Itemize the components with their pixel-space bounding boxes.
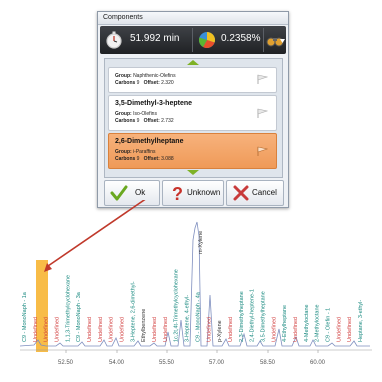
component-card-selected[interactable]: 2,6-Dimethylheptane Group: i-Paraffins C…: [108, 133, 277, 169]
group-label: Group:: [115, 149, 132, 155]
peak-label[interactable]: Undefined: [228, 317, 234, 342]
flag-icon[interactable]: [256, 108, 268, 118]
offset-value: 2.732: [161, 118, 174, 124]
group-value: Naphthenic-Olefins: [133, 73, 176, 79]
offset-value: 3.088: [161, 156, 174, 162]
tick-label: 60.00: [310, 360, 326, 366]
component-card[interactable]: 3,5-Dimethyl-3-heptene Group: Iso-Olefin…: [108, 95, 277, 131]
area-percent-value: 0.2358%: [221, 33, 261, 44]
scroll-down-arrow-icon[interactable]: [187, 170, 199, 175]
peak-label[interactable]: p-Xylene: [217, 320, 223, 342]
carbons-label: Carbons: [115, 118, 136, 124]
peak-label[interactable]: Ethylbenzene: [141, 309, 147, 342]
retention-time-value: 51.992 min: [130, 33, 180, 44]
offset-label: Offset:: [143, 80, 160, 86]
peak-label[interactable]: 3,5-Dimethylheptane: [261, 291, 267, 342]
peak-label[interactable]: Undefined: [347, 317, 353, 342]
cancel-label: Cancel: [252, 188, 277, 197]
flag-icon[interactable]: [256, 74, 268, 84]
ok-label: Ok: [135, 188, 146, 197]
dialog-title: Components: [98, 12, 288, 25]
peak-label[interactable]: Undefined: [271, 317, 277, 342]
tick-label: 52.50: [58, 360, 74, 366]
component-card[interactable]: Group: Naphthenic-Olefins Carbons 9 Offs…: [108, 67, 277, 93]
peak-label[interactable]: Undefined: [44, 317, 50, 342]
tick-label: 57.00: [209, 360, 225, 366]
peak-label[interactable]: Undefined: [87, 317, 93, 342]
tick-label: 55.50: [159, 360, 175, 366]
peak-label[interactable]: Undefined: [55, 317, 61, 342]
peak-label[interactable]: Undefined: [33, 317, 39, 342]
pie-chart-icon[interactable]: [197, 30, 217, 50]
peak-label[interactable]: C9 - MonoNaph - 1a: [22, 291, 28, 342]
peak-label[interactable]: C9 - MonoNaph - 4a: [195, 291, 201, 342]
peak-label[interactable]: Undefined: [206, 317, 212, 342]
peak-label[interactable]: Undefined: [293, 317, 299, 342]
peak-label[interactable]: 1c,2t,4t-Trimethylcyclohexane: [174, 269, 180, 342]
peak-label[interactable]: C9 - MonoNaph - 3a: [76, 291, 82, 342]
peak-label[interactable]: Heptane, 3-ethyl-: [358, 300, 364, 342]
unknown-label: Unknown: [187, 188, 221, 197]
peak-label[interactable]: 2,3-Dimethylheptane: [239, 291, 245, 342]
peak-label[interactable]: Undefined: [336, 317, 342, 342]
toolbar: 51.992 min 0.2358%: [100, 26, 286, 54]
chevron-down-icon[interactable]: [280, 39, 285, 43]
scroll-up-arrow-icon[interactable]: [187, 60, 199, 65]
peak-label[interactable]: Undefined: [152, 317, 158, 342]
peak-label[interactable]: C9 - Olefin - 1: [326, 308, 332, 342]
group-value: i-Paraffins: [133, 149, 156, 155]
offset-label: Offset:: [143, 118, 160, 124]
peak-label[interactable]: Undefined: [120, 317, 126, 342]
chromatogram[interactable]: 52.50 54.00 55.50 57.00 58.50 60.00 m-Xy…: [0, 200, 382, 382]
carbons-value: 9: [136, 156, 140, 162]
peak-label[interactable]: 4-Ethylheptane: [282, 305, 288, 342]
peak-label[interactable]: 4-Methyloctane: [304, 304, 310, 342]
stopwatch-icon[interactable]: [104, 30, 124, 50]
offset-value: 2.320: [161, 80, 174, 86]
peak-labels: C9 - MonoNaph - 1a Undefined Undefined Unde…: [22, 269, 364, 342]
toolbar-separator: [263, 28, 264, 52]
group-value: Iso-Olefins: [133, 111, 157, 117]
peak-label[interactable]: 2-Methyloctane: [315, 304, 321, 342]
offset-label: Offset:: [143, 156, 160, 162]
top-peak-label: m-Xylene: [198, 231, 204, 254]
component-list[interactable]: Group: Naphthenic-Olefins Carbons 9 Offs…: [104, 58, 283, 178]
peak-label[interactable]: Undefined: [163, 317, 169, 342]
peak-label[interactable]: Undefined: [98, 317, 104, 342]
carbons-label: Carbons: [115, 156, 136, 162]
peak-label[interactable]: Undefined: [109, 317, 115, 342]
carbons-value: 9: [136, 118, 140, 124]
tick-label: 54.00: [109, 360, 125, 366]
components-dialog: Components 51.992 min 0.2358% Group: Nap…: [97, 11, 289, 208]
carbons-label: Carbons: [115, 80, 136, 86]
peak-label[interactable]: 3-Heptene, 2,6-dimethyl-: [130, 281, 136, 342]
peak-label[interactable]: 1,1,3-Trimethylcyclohexane: [65, 275, 71, 342]
flag-icon[interactable]: [256, 146, 268, 156]
group-label: Group:: [115, 111, 132, 117]
carbons-value: 9: [136, 80, 140, 86]
component-name: 2,6-Dimethylheptane: [115, 138, 184, 145]
peak-label[interactable]: 2,4-Diethyl-heptene-1: [250, 289, 256, 342]
tick-label: 58.50: [260, 360, 276, 366]
axis-ticks: 52.50 54.00 55.50 57.00 58.50 60.00: [58, 350, 326, 366]
component-name: 3,5-Dimethyl-3-heptene: [115, 100, 193, 107]
group-label: Group:: [115, 73, 132, 79]
callout-arrow: [47, 200, 146, 267]
peak-label[interactable]: 3-Heptene, 4-ethyl-: [185, 295, 191, 342]
toolbar-separator: [192, 28, 193, 52]
